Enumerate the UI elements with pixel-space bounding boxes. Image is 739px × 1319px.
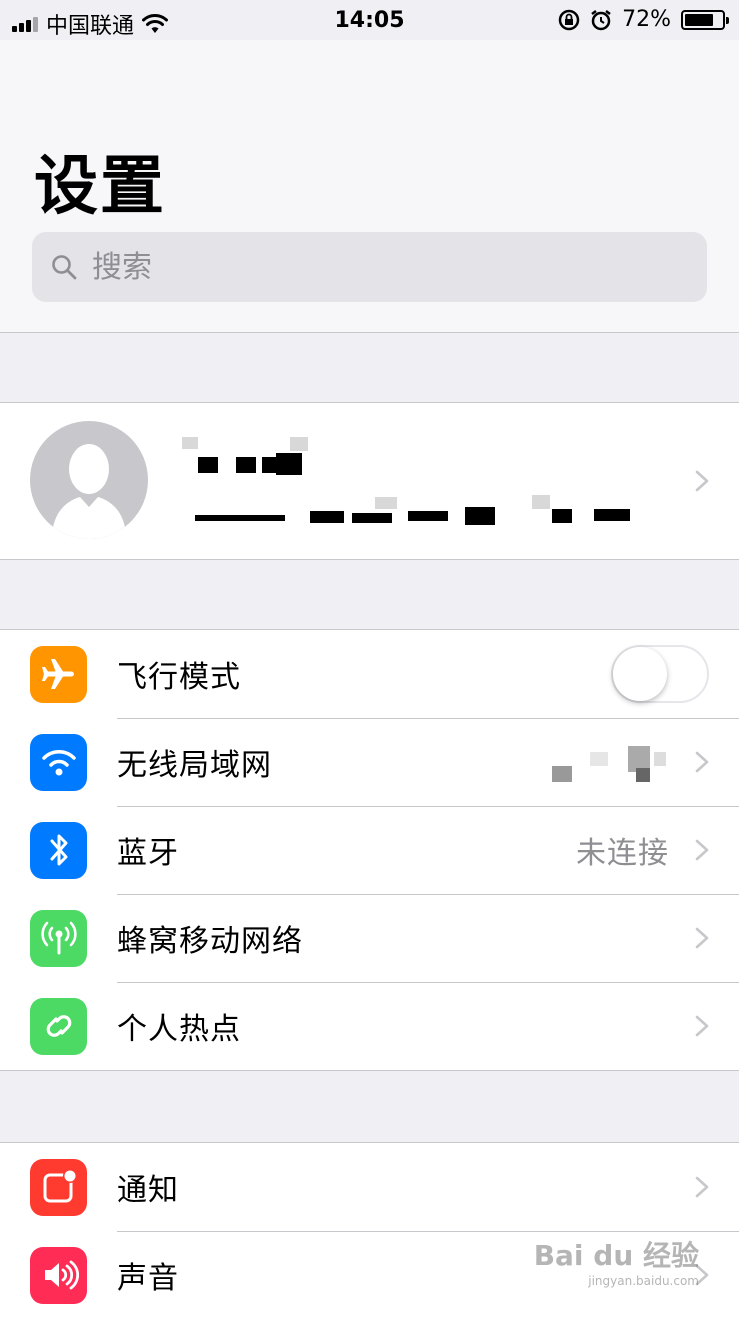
airplane-mode-tile bbox=[30, 645, 87, 703]
notifications-group: 通知 声音 bbox=[0, 1142, 739, 1319]
sound-icon bbox=[44, 1260, 79, 1290]
connectivity-group: 飞行模式 无线局域网 蓝牙 未连接 蜂窝移动网络 个人热点 bbox=[0, 629, 739, 1071]
watermark-url: jingyan.baidu.com bbox=[588, 1274, 699, 1288]
wifi-tile bbox=[30, 733, 87, 791]
bluetooth-icon bbox=[50, 834, 67, 866]
bluetooth-tile bbox=[30, 821, 87, 879]
battery-icon bbox=[681, 9, 729, 30]
search-input[interactable] bbox=[90, 248, 654, 286]
sound-tile bbox=[30, 1246, 87, 1304]
status-bar: 中国联通 14:05 72% bbox=[0, 0, 739, 40]
notifications-icon bbox=[43, 1169, 77, 1203]
hotspot-tile bbox=[30, 997, 87, 1055]
alarm-icon bbox=[591, 9, 611, 30]
notifications-label: 通知 bbox=[117, 1173, 179, 1208]
avatar bbox=[30, 421, 148, 539]
chevron-right-icon bbox=[695, 839, 709, 861]
cellular-row[interactable]: 蜂窝移动网络 bbox=[0, 894, 739, 982]
airplane-mode-toggle[interactable] bbox=[611, 645, 709, 703]
toggle-knob bbox=[613, 647, 667, 701]
cellular-label: 蜂窝移动网络 bbox=[117, 924, 303, 959]
hotspot-label: 个人热点 bbox=[117, 1012, 241, 1047]
wifi-icon bbox=[41, 750, 76, 776]
settings-header: 设置 bbox=[0, 40, 739, 333]
search-icon bbox=[52, 255, 77, 280]
chevron-right-icon bbox=[695, 1015, 709, 1037]
search-bar[interactable] bbox=[32, 232, 707, 302]
chevron-right-icon bbox=[695, 927, 709, 949]
status-right: 72% bbox=[558, 7, 729, 32]
airplane-mode-row[interactable]: 飞行模式 bbox=[0, 630, 739, 718]
bluetooth-row[interactable]: 蓝牙 未连接 bbox=[0, 806, 739, 894]
wifi-label: 无线局域网 bbox=[117, 748, 272, 783]
notifications-row[interactable]: 通知 bbox=[0, 1143, 739, 1231]
cellular-icon bbox=[40, 921, 77, 955]
bluetooth-status: 未连接 bbox=[576, 836, 669, 871]
baidu-jingyan-watermark: Bai du 经验 jingyan.baidu.com bbox=[534, 1234, 699, 1288]
notifications-tile bbox=[30, 1158, 87, 1216]
chevron-right-icon bbox=[695, 1176, 709, 1198]
person-silhouette-icon bbox=[52, 444, 126, 539]
page-title: 设置 bbox=[34, 150, 166, 224]
airplane-icon bbox=[41, 659, 74, 689]
chevron-right-icon bbox=[695, 470, 709, 492]
hotspot-row[interactable]: 个人热点 bbox=[0, 982, 739, 1070]
battery-percent: 72% bbox=[622, 7, 671, 32]
apple-id-cell[interactable] bbox=[0, 402, 739, 560]
watermark-brand: Bai du 经验 bbox=[533, 1239, 699, 1272]
airplane-mode-label: 飞行模式 bbox=[117, 660, 241, 695]
sound-label: 声音 bbox=[117, 1261, 179, 1296]
bluetooth-label: 蓝牙 bbox=[117, 836, 179, 871]
chevron-right-icon bbox=[695, 751, 709, 773]
hotspot-icon bbox=[46, 1015, 71, 1037]
cellular-tile bbox=[30, 909, 87, 967]
wifi-row[interactable]: 无线局域网 bbox=[0, 718, 739, 806]
rotation-lock-icon bbox=[558, 9, 580, 30]
